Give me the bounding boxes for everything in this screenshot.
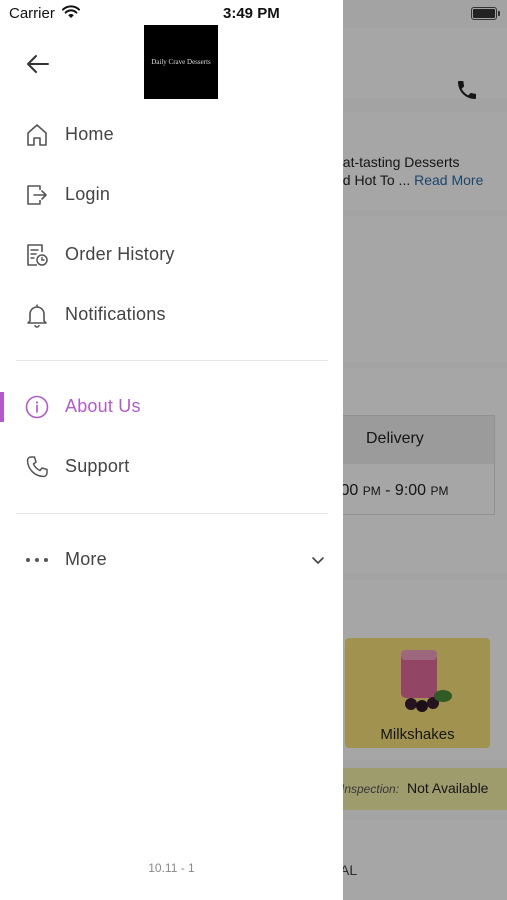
app-version: 10.11 - 1	[148, 861, 195, 875]
chevron-down-icon[interactable]	[309, 551, 327, 569]
menu-divider	[16, 513, 328, 514]
menu-item-support[interactable]: Support	[0, 441, 343, 493]
phone-icon	[24, 454, 50, 480]
menu-item-login[interactable]: Login	[0, 169, 343, 221]
menu-item-about-us[interactable]: About Us	[0, 381, 343, 433]
logo-text: Daily Crave Desserts	[151, 58, 211, 66]
status-bar: Carrier 3:49 PM	[0, 0, 507, 28]
more-dots-icon	[24, 547, 50, 573]
menu-label-login: Login	[65, 184, 111, 204]
menu-label-support: Support	[65, 456, 130, 476]
wifi-icon	[62, 5, 80, 19]
battery-icon	[471, 7, 500, 20]
menu-label-home: Home	[65, 124, 114, 144]
menu-item-home[interactable]: Home	[0, 109, 343, 161]
menu-label-notifications: Notifications	[65, 304, 166, 324]
menu-label-about-us: About Us	[65, 396, 141, 416]
login-icon	[24, 182, 50, 208]
back-arrow-icon[interactable]	[22, 48, 54, 80]
status-time: 3:49 PM	[223, 5, 280, 22]
brand-logo: Daily Crave Desserts	[144, 25, 218, 99]
bell-icon	[24, 302, 50, 328]
menu-label-order-history: Order History	[65, 244, 175, 264]
menu-label-more: More	[65, 549, 107, 569]
home-icon	[24, 122, 50, 148]
order-history-icon	[24, 242, 50, 268]
menu-item-order-history[interactable]: Order History	[0, 229, 343, 281]
navigation-drawer: Daily Crave Desserts Home Login Order Hi…	[0, 0, 343, 900]
menu-divider	[16, 360, 328, 361]
carrier-label: Carrier	[9, 5, 55, 22]
menu-item-notifications[interactable]: Notifications	[0, 289, 343, 341]
info-icon	[24, 394, 50, 420]
active-indicator	[0, 392, 4, 422]
menu-item-more[interactable]: More	[0, 534, 343, 586]
